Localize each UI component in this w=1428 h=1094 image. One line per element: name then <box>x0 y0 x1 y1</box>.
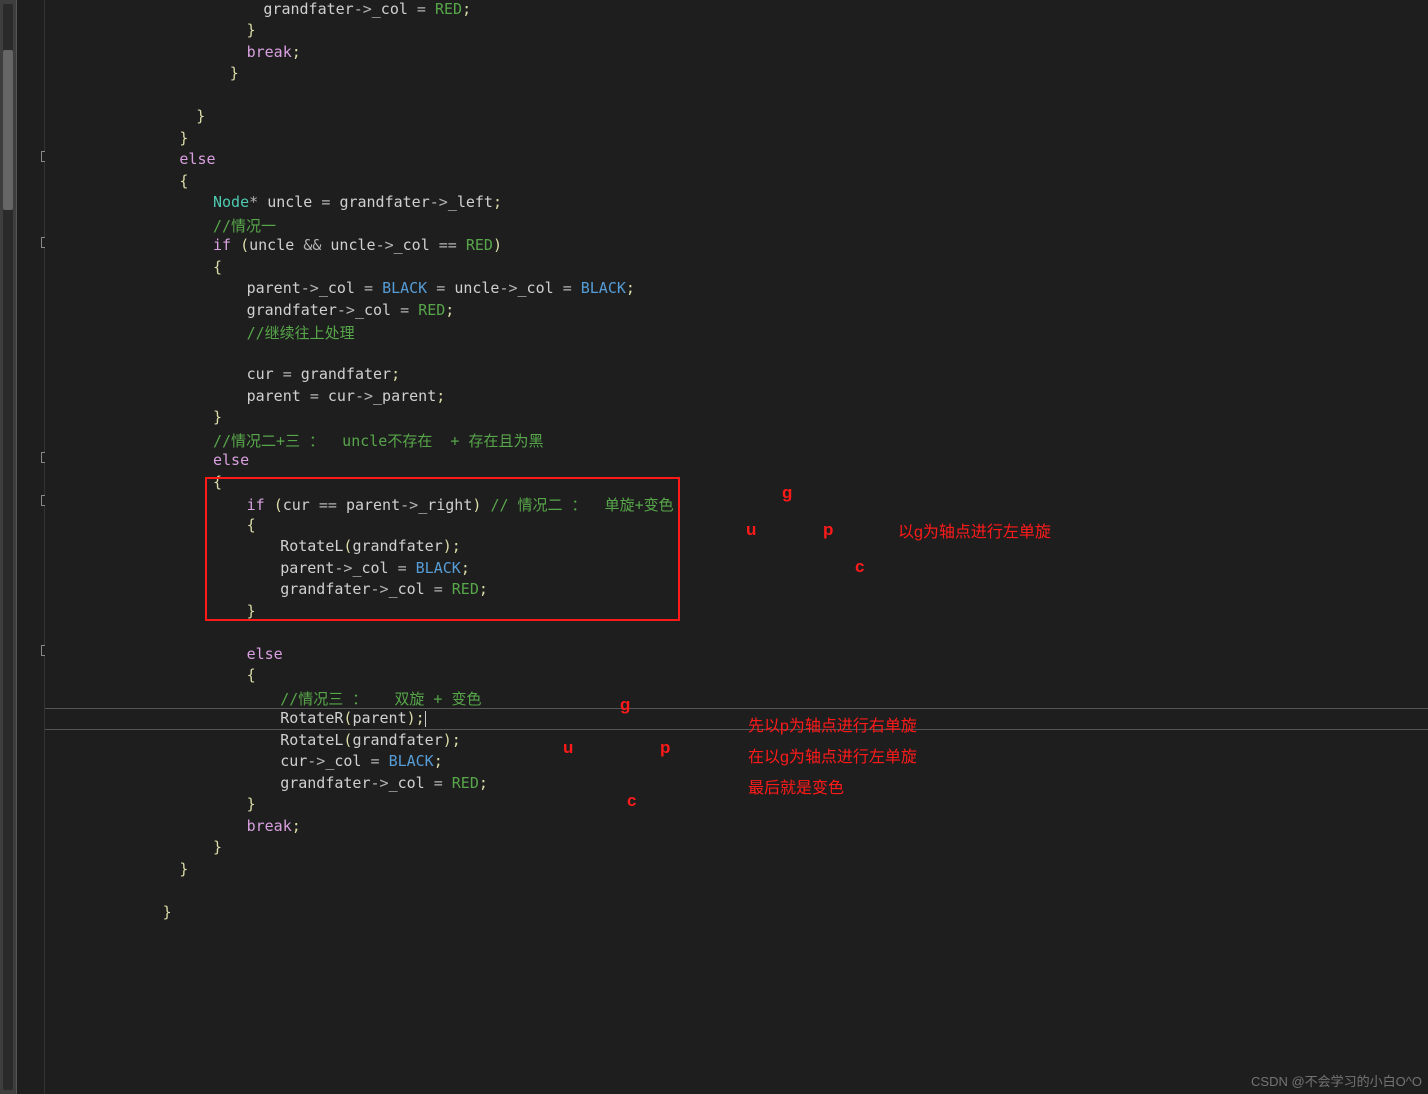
code-line[interactable]: } <box>45 838 1428 860</box>
anno-tree-node: p <box>660 738 670 758</box>
code-line[interactable]: grandfater->_col = RED; <box>45 774 1428 796</box>
code-line[interactable]: break; <box>45 43 1428 65</box>
code-line[interactable]: } <box>45 21 1428 43</box>
code-line[interactable]: //情况三 ： 双旋 + 变色 <box>45 688 1428 710</box>
anno-tree-node: g <box>620 695 630 715</box>
anno-label: 先以p为轴点进行右单旋 <box>748 712 917 736</box>
code-line[interactable] <box>45 86 1428 108</box>
scrollbar-thumb[interactable] <box>3 50 13 210</box>
code-line[interactable]: cur->_col = BLACK; <box>45 752 1428 774</box>
code-line[interactable] <box>45 881 1428 903</box>
code-line[interactable]: } <box>45 129 1428 151</box>
code-line[interactable]: //情况一 <box>45 215 1428 237</box>
code-line[interactable]: } <box>45 602 1428 624</box>
anno-tree-node: c <box>855 557 864 577</box>
code-line[interactable]: else <box>45 645 1428 667</box>
code-line[interactable] <box>45 344 1428 366</box>
code-line[interactable]: else <box>45 451 1428 473</box>
code-line[interactable]: parent = cur->_parent; <box>45 387 1428 409</box>
code-line[interactable]: { <box>45 516 1428 538</box>
anno-label: 在以g为轴点进行左单旋 <box>748 743 917 767</box>
code-line[interactable]: } <box>45 64 1428 86</box>
code-line[interactable]: if (uncle && uncle->_col == RED) <box>45 236 1428 258</box>
code-line[interactable] <box>45 924 1428 946</box>
code-line[interactable]: } <box>45 903 1428 925</box>
code-editor[interactable]: grandfater->_col = RED;}break;}}}else{No… <box>45 0 1428 1094</box>
code-line[interactable]: parent->_col = BLACK; <box>45 559 1428 581</box>
code-line[interactable]: parent->_col = BLACK = uncle->_col = BLA… <box>45 279 1428 301</box>
code-line[interactable]: //情况二+三 ： uncle不存在 + 存在且为黑 <box>45 430 1428 452</box>
code-line[interactable]: { <box>45 473 1428 495</box>
vertical-scrollbar[interactable] <box>0 0 17 1094</box>
code-line[interactable]: if (cur == parent->_right) // 情况二 ： 单旋+变… <box>45 494 1428 516</box>
code-line[interactable]: RotateL(grandfater); <box>45 731 1428 753</box>
code-line[interactable]: } <box>45 408 1428 430</box>
anno-tree-node: g <box>782 483 792 503</box>
fold-gutter[interactable]: ----- <box>17 0 45 1094</box>
watermark: CSDN @不会学习的小白O^O <box>1251 1071 1422 1090</box>
text-cursor <box>425 711 426 727</box>
anno-tree-node: u <box>563 738 573 758</box>
code-line[interactable]: grandfater->_col = RED; <box>45 580 1428 602</box>
anno-tree-node: c <box>627 791 636 811</box>
anno-label: 最后就是变色 <box>748 774 844 798</box>
code-line[interactable] <box>45 623 1428 645</box>
code-line[interactable]: grandfater->_col = RED; <box>45 301 1428 323</box>
code-line[interactable]: Node* uncle = grandfater->_left; <box>45 193 1428 215</box>
code-line[interactable]: cur = grandfater; <box>45 365 1428 387</box>
code-line[interactable]: { <box>45 172 1428 194</box>
code-line[interactable]: { <box>45 258 1428 280</box>
code-line[interactable]: RotateL(grandfater); <box>45 537 1428 559</box>
code-line[interactable]: else <box>45 150 1428 172</box>
code-line[interactable]: break; <box>45 817 1428 839</box>
anno-tree-node: p <box>823 520 833 540</box>
code-line[interactable]: RotateR(parent); <box>45 709 1428 731</box>
code-line[interactable]: //继续往上处理 <box>45 322 1428 344</box>
code-line[interactable]: } <box>45 860 1428 882</box>
code-line[interactable]: } <box>45 107 1428 129</box>
anno-label: 以g为轴点进行左单旋 <box>898 518 1051 542</box>
anno-tree-node: u <box>746 520 756 540</box>
code-line[interactable]: } <box>45 795 1428 817</box>
code-line[interactable]: grandfater->_col = RED; <box>45 0 1428 22</box>
code-line[interactable]: { <box>45 666 1428 688</box>
